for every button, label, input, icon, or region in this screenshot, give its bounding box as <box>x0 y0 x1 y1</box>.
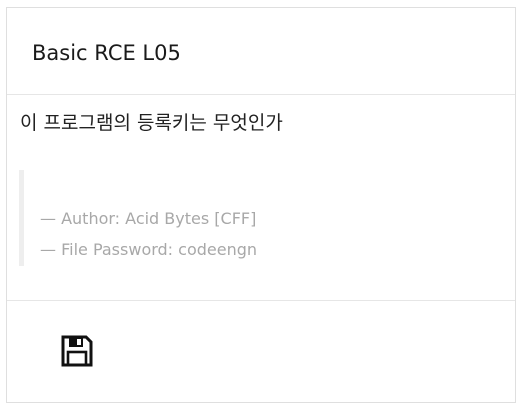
challenge-card: Basic RCE L05 이 프로그램의 등록키는 무엇인가 — Author… <box>6 7 516 403</box>
author-line: — Author: Acid Bytes [CFF] <box>40 209 257 228</box>
file-password-line: — File Password: codeengn <box>40 240 258 259</box>
info-blockquote: — Author: Acid Bytes [CFF] — File Passwo… <box>19 170 479 266</box>
card-body: 이 프로그램의 등록키는 무엇인가 — Author: Acid Bytes [… <box>7 95 515 301</box>
challenge-question: 이 프로그램의 등록키는 무엇인가 <box>20 112 283 134</box>
download-button[interactable] <box>57 331 97 371</box>
card-header: Basic RCE L05 <box>7 8 515 95</box>
floppy-disk-icon <box>61 335 93 367</box>
card-title: Basic RCE L05 <box>32 41 181 65</box>
card-footer <box>7 301 515 402</box>
